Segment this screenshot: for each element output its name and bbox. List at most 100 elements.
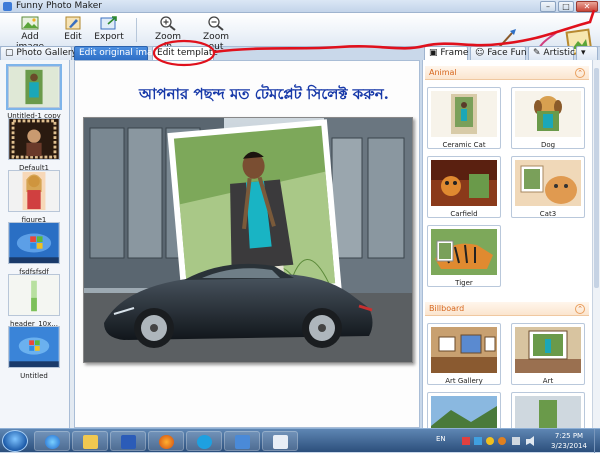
tab-artistic[interactable]: ✎ Artistic — [528, 46, 575, 60]
tab-photo-gallery[interactable]: ▢ Photo Gallery — [0, 46, 77, 60]
app-icon — [3, 2, 12, 11]
zoom-in-icon — [160, 16, 176, 31]
tab-photo-gallery-label: Photo Gallery — [16, 48, 77, 58]
language-indicator[interactable]: EN — [436, 435, 446, 443]
gallery-thumbnail — [8, 326, 60, 368]
photo-image — [84, 118, 412, 362]
template-label: Ceramic Cat — [442, 141, 486, 149]
gallery-item[interactable]: Default1 — [6, 118, 62, 172]
tray-icons — [462, 436, 534, 446]
gallery-thumbnail — [6, 64, 62, 110]
template-item[interactable] — [427, 392, 501, 428]
clock-time: 7:25 PM — [554, 432, 584, 440]
internet-explorer-icon — [45, 435, 60, 449]
gallery-thumbnail — [8, 274, 60, 316]
collapse-icon[interactable]: ⌃ — [575, 304, 585, 314]
section-title: Billboard — [429, 304, 465, 313]
scrollbar-thumb[interactable] — [594, 68, 599, 288]
section-header-animal[interactable]: Animal ⌃ — [425, 66, 589, 80]
tab-face-fun-label: Face Fun — [487, 48, 527, 58]
tab-artistic-label: Artistic — [543, 48, 575, 58]
system-tray: EN — [430, 433, 550, 449]
edited-photo[interactable] — [83, 117, 413, 363]
taskbar-clock[interactable]: 7:25 PM 3/23/2014 — [546, 431, 592, 451]
minimize-button[interactable]: – — [540, 1, 556, 12]
template-thumbnail — [515, 91, 581, 137]
tab-frame[interactable]: ▣ Frame — [424, 46, 468, 60]
canvas-area: আপনার পছন্দ মত টেমপ্লেট সিলেক্ট করুন. — [74, 60, 420, 428]
gallery-item[interactable]: Untitled-1 copy — [6, 64, 62, 120]
template-thumbnail — [431, 229, 497, 275]
gallery-item-label: Untitled — [20, 372, 48, 380]
windows-taskbar: EN 7:25 PM 3/23/2014 — [0, 428, 600, 453]
template-thumbnail — [515, 160, 581, 206]
chevron-down-icon: ▾ — [581, 48, 586, 58]
zoom-out-icon — [208, 16, 224, 31]
template-item[interactable]: Cat3 — [511, 156, 585, 218]
firefox-icon — [159, 435, 174, 449]
template-scrollbar[interactable] — [592, 60, 600, 428]
export-icon — [100, 16, 117, 30]
template-item[interactable]: Tiger — [427, 225, 501, 287]
template-item[interactable]: Carfield — [427, 156, 501, 218]
taskbar-skype[interactable] — [186, 431, 222, 451]
tab-frame-label: Frame — [440, 48, 469, 58]
template-item[interactable]: Dog — [511, 87, 585, 149]
template-thumbnail — [431, 396, 497, 428]
taskbar-ie[interactable] — [34, 431, 70, 451]
gallery-thumbnail — [8, 222, 60, 264]
template-label: Dog — [540, 141, 556, 149]
taskbar-photo-viewer[interactable] — [224, 431, 260, 451]
tab-edit-original[interactable]: Edit original image — [74, 46, 164, 60]
template-item[interactable]: Art — [511, 323, 585, 385]
clock-date: 3/23/2014 — [551, 442, 587, 450]
show-desktop-button[interactable] — [594, 429, 600, 453]
window-controls: – □ ✕ — [540, 1, 598, 12]
export-button[interactable]: Export — [92, 15, 126, 42]
tab-more-dropdown[interactable]: ▾ — [576, 46, 598, 60]
maximize-button[interactable]: □ — [558, 1, 574, 12]
taskbar-firefox[interactable] — [148, 431, 184, 451]
word-icon — [121, 435, 136, 449]
main-toolbar: Add image Edit Export Zoom in Zoom out — [0, 13, 600, 56]
start-button[interactable] — [2, 430, 28, 452]
tab-face-fun[interactable]: ☺ Face Fun — [470, 46, 527, 60]
template-item[interactable]: Art Gallery — [427, 323, 501, 385]
edit-label: Edit — [64, 32, 82, 42]
gallery-thumbnail — [8, 118, 60, 160]
collapse-icon[interactable]: ⌃ — [575, 68, 585, 78]
photo-viewer-icon — [235, 435, 250, 449]
window-title: Funny Photo Maker — [16, 1, 102, 11]
template-item[interactable]: Ceramic Cat — [427, 87, 501, 149]
template-thumbnail — [431, 327, 497, 373]
template-label: Cat3 — [539, 210, 557, 218]
funny-photo-maker-icon — [273, 435, 288, 449]
template-label: Art Gallery — [445, 377, 483, 385]
close-button[interactable]: ✕ — [576, 1, 598, 12]
gallery-item[interactable]: fsdfsfsdf — [6, 222, 62, 276]
template-label: Carfield — [450, 210, 478, 218]
instruction-heading: আপনার পছন্দ মত টেমপ্লেট সিলেক্ট করুন. — [139, 85, 389, 103]
taskbar-funny-photo-maker[interactable] — [262, 431, 298, 451]
photo-gallery-panel: Untitled-1 copy Default1 figure1 fsdfsfs… — [0, 60, 70, 428]
tab-row: ▢ Photo Gallery Edit original image Edit… — [0, 46, 600, 60]
face-tab-icon: ☺ — [475, 48, 488, 58]
template-label: Tiger — [455, 279, 473, 287]
template-item[interactable] — [511, 392, 585, 428]
skype-icon — [197, 435, 212, 449]
brush-tab-icon: ✎ — [533, 48, 544, 58]
tab-edit-template-label: Edit template — [157, 48, 218, 58]
gallery-item[interactable]: figure1 — [6, 170, 62, 224]
frame-tab-icon: ▣ — [429, 48, 441, 58]
tab-edit-template[interactable]: Edit template — [152, 46, 218, 60]
template-thumbnail — [515, 396, 581, 428]
taskbar-explorer[interactable] — [72, 431, 108, 451]
gallery-item[interactable]: Untitled — [6, 326, 62, 380]
taskbar-word[interactable] — [110, 431, 146, 451]
title-bar: Funny Photo Maker – □ ✕ — [0, 0, 600, 13]
gallery-thumbnail — [8, 170, 60, 212]
gallery-item[interactable]: header_10x... — [6, 274, 62, 328]
section-header-billboard[interactable]: Billboard ⌃ — [425, 302, 589, 316]
edit-button[interactable]: Edit — [58, 15, 88, 42]
template-thumbnail — [515, 327, 581, 373]
